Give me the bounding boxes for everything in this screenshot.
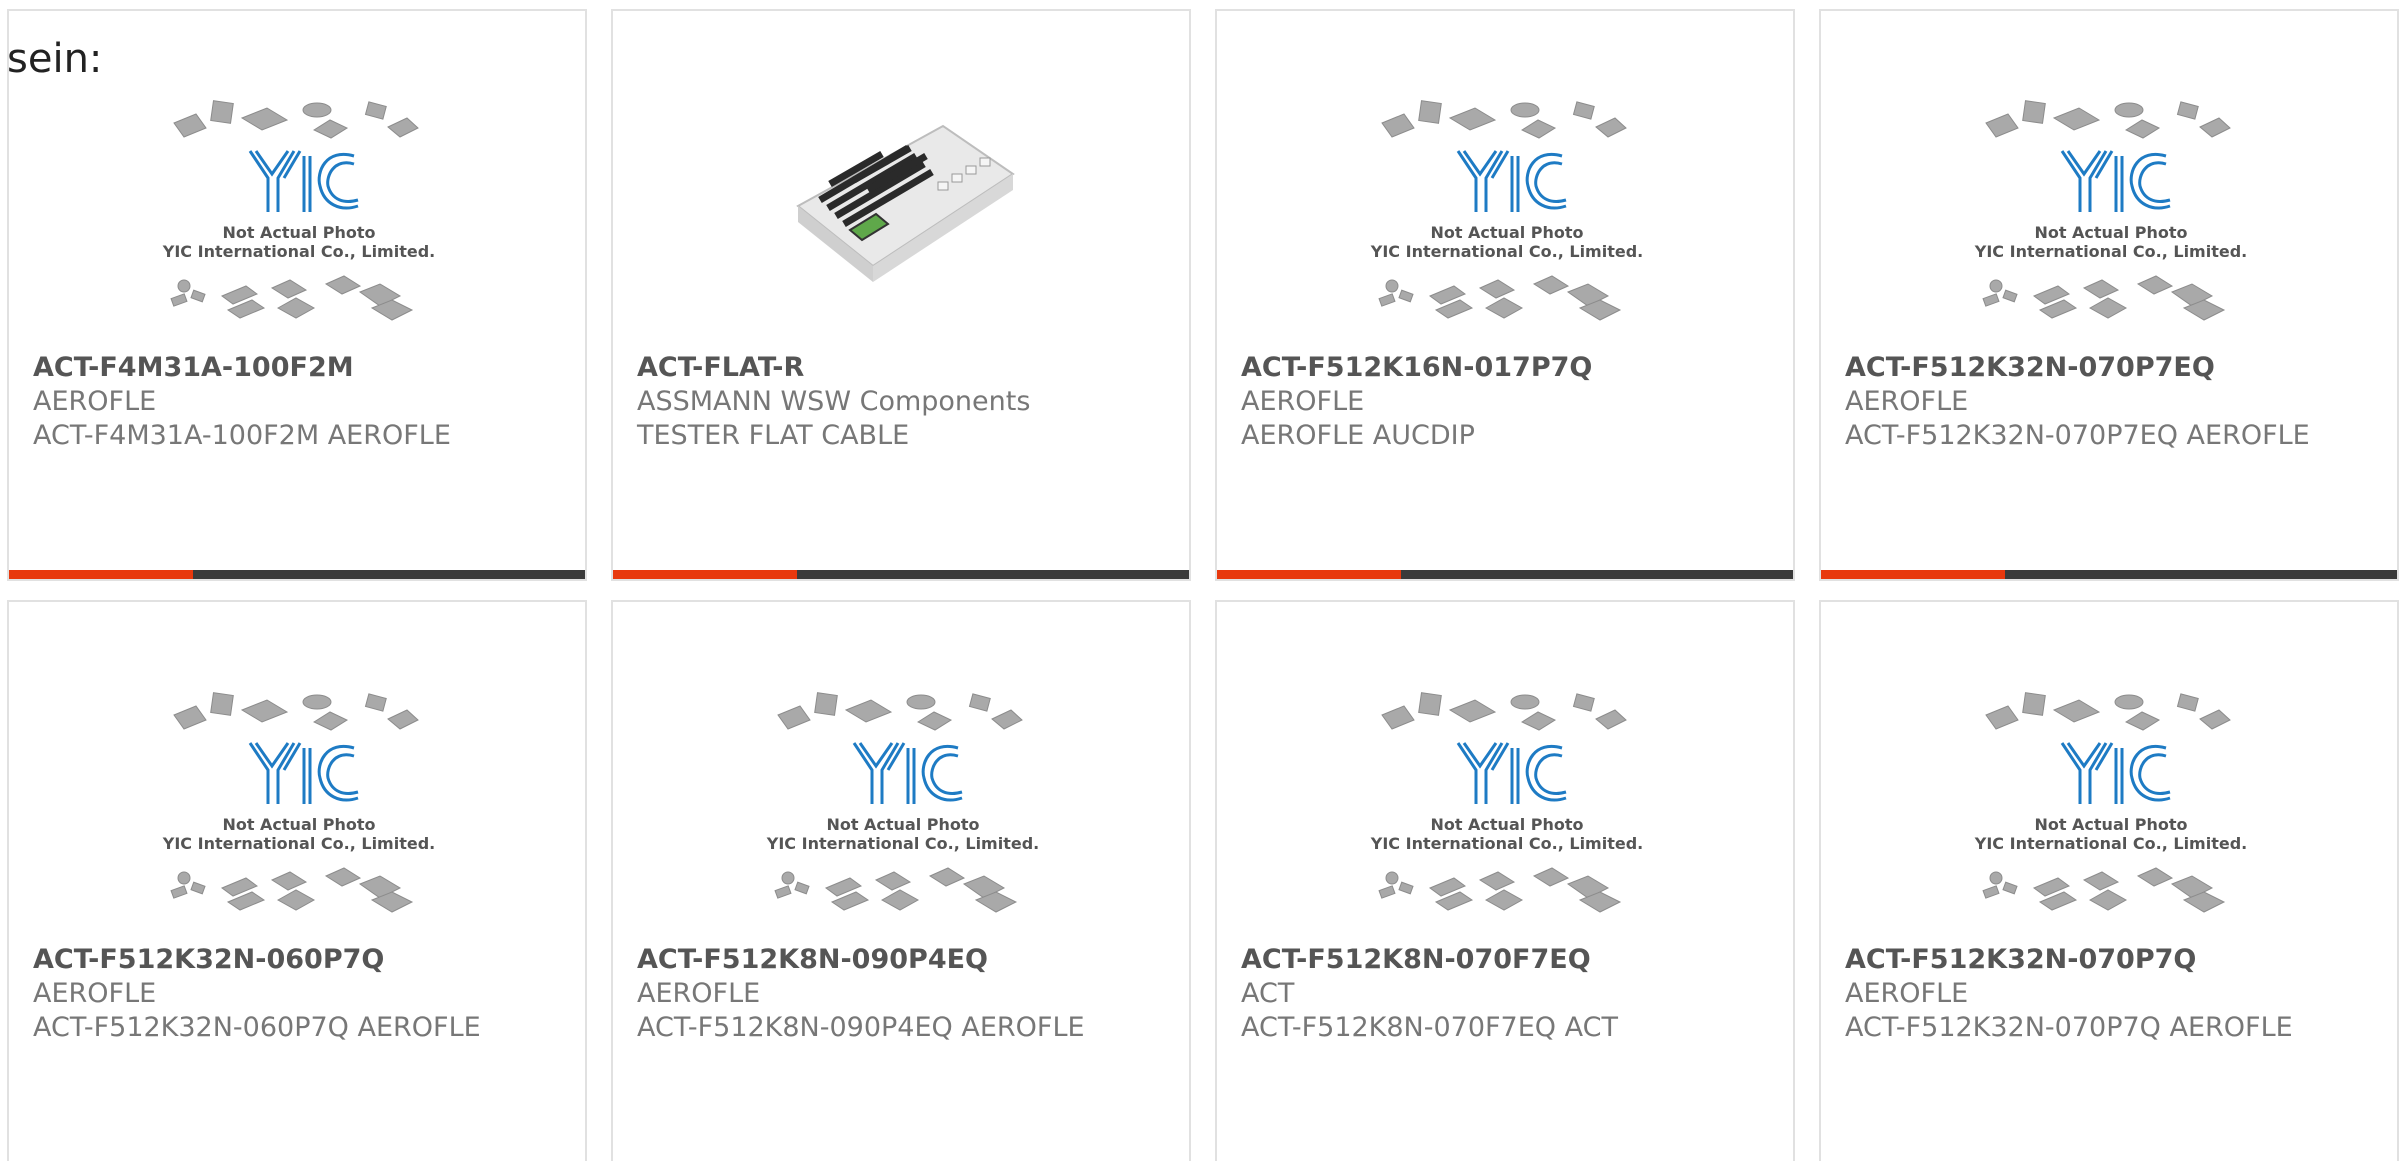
yic-placeholder-image: Not Actual PhotoYIC International Co., L…	[162, 100, 435, 321]
product-description: ACT-F512K32N-060P7Q AEROFLE	[33, 1012, 481, 1043]
placeholder-caption-line1: Not Actual Photo	[222, 223, 375, 242]
product-description: TESTER FLAT CABLE	[637, 420, 910, 451]
cable-tester-photo	[796, 124, 1015, 282]
card-accent-bar	[1821, 570, 2005, 579]
product-manufacturer: AEROFLE	[637, 978, 761, 1009]
product-card[interactable]: Not Actual Photo YIC International Co., L…	[1215, 600, 1795, 1161]
product-card[interactable]: Not Actual Photo YIC International Co., L…	[611, 600, 1191, 1161]
product-manufacturer: ACT	[1241, 978, 1295, 1009]
product-info: ACT-F512K8N-070F7EQ ACT ACT-F512K8N-070F7E…	[1241, 943, 1773, 1045]
product-part-number[interactable]: ACT-F512K8N-090P4EQ	[637, 943, 1169, 977]
yic-placeholder-image: Not Actual PhotoYIC International Co., L…	[1974, 100, 2247, 321]
product-image[interactable]: Not Actual Photo YIC International Co., L…	[1966, 688, 2256, 948]
product-grid: Not Actual Photo YIC International Co., L…	[0, 0, 2400, 1161]
product-part-number[interactable]: ACT-F512K32N-070P7Q	[1845, 943, 2377, 977]
product-info: ACT-F512K32N-060P7Q AEROFLE ACT-F512K32N-0…	[33, 943, 565, 1045]
product-grid-page: sein: Not Actual Photo YIC International …	[0, 0, 2400, 1161]
product-image[interactable]: Not Actual Photo YIC International Co., L…	[1362, 96, 1652, 356]
product-part-number[interactable]: ACT-F512K16N-017P7Q	[1241, 351, 1773, 385]
product-card[interactable]: Not Actual Photo YIC International Co., L…	[1215, 9, 1795, 581]
product-part-number[interactable]: ACT-FLAT-R	[637, 351, 1169, 385]
product-info: ACT-F512K8N-090P4EQ AEROFLE ACT-F512K8N-09…	[637, 943, 1169, 1045]
card-bottom-bar	[613, 570, 1189, 579]
yic-placeholder-image: Not Actual PhotoYIC International Co., L…	[1370, 100, 1643, 321]
product-part-number[interactable]: ACT-F4M31A-100F2M	[33, 351, 565, 385]
placeholder-caption-line1: Not Actual Photo	[1430, 223, 1583, 242]
card-bottom-bar	[1217, 570, 1793, 579]
product-image[interactable]: Not Actual Photo YIC International Co., L…	[154, 96, 444, 356]
product-card[interactable]: Not Actual Photo YIC International Co., L…	[1819, 600, 2399, 1161]
product-part-number[interactable]: ACT-F512K32N-070P7EQ	[1845, 351, 2377, 385]
product-description: ACT-F512K32N-070P7Q AEROFLE	[1845, 1012, 2293, 1043]
placeholder-caption-line2: YIC International Co., Limited.	[766, 834, 1039, 853]
placeholder-caption-line2: YIC International Co., Limited.	[1370, 834, 1643, 853]
product-manufacturer: AEROFLE	[33, 978, 157, 1009]
product-manufacturer: ASSMANN WSW Components	[637, 386, 1031, 417]
placeholder-caption-line1: Not Actual Photo	[2034, 223, 2187, 242]
yic-logo-icon	[852, 742, 963, 804]
product-info: ACT-F512K32N-070P7Q AEROFLE ACT-F512K32N-0…	[1845, 943, 2377, 1045]
card-accent-bar	[1217, 570, 1401, 579]
card-accent-bar	[613, 570, 797, 579]
product-image[interactable]: Not Actual Photo YIC International Co., L…	[758, 688, 1048, 948]
placeholder-caption-line2: YIC International Co., Limited.	[1370, 242, 1643, 261]
yic-placeholder-image: Not Actual PhotoYIC International Co., L…	[1974, 692, 2247, 913]
placeholder-caption-line2: YIC International Co., Limited.	[1974, 834, 2247, 853]
product-description: AEROFLE AUCDIP	[1241, 420, 1475, 451]
product-info: ACT-FLAT-R ASSMANN WSW Components TESTER F…	[637, 351, 1169, 453]
product-manufacturer: AEROFLE	[33, 386, 157, 417]
yic-logo-icon	[248, 742, 359, 804]
product-image[interactable]: Not Actual Photo YIC International Co., L…	[1362, 688, 1652, 948]
product-image[interactable]	[758, 96, 1048, 356]
product-image[interactable]: Not Actual Photo YIC International Co., L…	[154, 688, 444, 948]
card-accent-bar	[9, 570, 193, 579]
placeholder-caption-line1: Not Actual Photo	[2034, 815, 2187, 834]
product-description: ACT-F512K8N-090P4EQ AEROFLE	[637, 1012, 1085, 1043]
product-info: ACT-F4M31A-100F2M AEROFLE ACT-F4M31A-100F2…	[33, 351, 565, 453]
placeholder-caption-line1: Not Actual Photo	[1430, 815, 1583, 834]
product-manufacturer: AEROFLE	[1845, 386, 1969, 417]
product-image[interactable]: Not Actual Photo YIC International Co., L…	[1966, 96, 2256, 356]
yic-placeholder-image: Not Actual PhotoYIC International Co., L…	[766, 692, 1039, 913]
product-description: ACT-F4M31A-100F2M AEROFLE	[33, 420, 451, 451]
product-card[interactable]: Not Actual Photo YIC International Co., L…	[1819, 9, 2399, 581]
placeholder-caption-line2: YIC International Co., Limited.	[162, 242, 435, 261]
placeholder-caption-line2: YIC International Co., Limited.	[1974, 242, 2247, 261]
placeholder-caption-line1: Not Actual Photo	[826, 815, 979, 834]
yic-logo-icon	[2060, 742, 2171, 804]
leading-text: sein:	[7, 36, 103, 82]
yic-logo-icon	[1456, 150, 1567, 212]
product-info: ACT-F512K16N-017P7Q AEROFLE AEROFLE AUCDIP	[1241, 351, 1773, 453]
product-manufacturer: AEROFLE	[1241, 386, 1365, 417]
product-manufacturer: AEROFLE	[1845, 978, 1969, 1009]
product-card[interactable]: Not Actual Photo YIC International Co., L…	[7, 9, 587, 581]
product-part-number[interactable]: ACT-F512K8N-070F7EQ	[1241, 943, 1773, 977]
yic-placeholder-image: Not Actual PhotoYIC International Co., L…	[1370, 692, 1643, 913]
product-description: ACT-F512K32N-070P7EQ AEROFLE	[1845, 420, 2310, 451]
yic-logo-icon	[1456, 742, 1567, 804]
placeholder-caption-line2: YIC International Co., Limited.	[162, 834, 435, 853]
yic-logo-icon	[2060, 150, 2171, 212]
product-description: ACT-F512K8N-070F7EQ ACT	[1241, 1012, 1618, 1043]
product-card[interactable]: Not Actual Photo YIC International Co., L…	[7, 600, 587, 1161]
card-bottom-bar	[1821, 570, 2397, 579]
product-info: ACT-F512K32N-070P7EQ AEROFLE ACT-F512K32N-…	[1845, 351, 2377, 453]
product-card[interactable]: ACT-FLAT-R ASSMANN WSW Components TESTER F…	[611, 9, 1191, 581]
product-part-number[interactable]: ACT-F512K32N-060P7Q	[33, 943, 565, 977]
placeholder-caption-line1: Not Actual Photo	[222, 815, 375, 834]
card-bottom-bar	[9, 570, 585, 579]
yic-placeholder-image: Not Actual PhotoYIC International Co., L…	[162, 692, 435, 913]
yic-logo-icon	[248, 150, 359, 212]
